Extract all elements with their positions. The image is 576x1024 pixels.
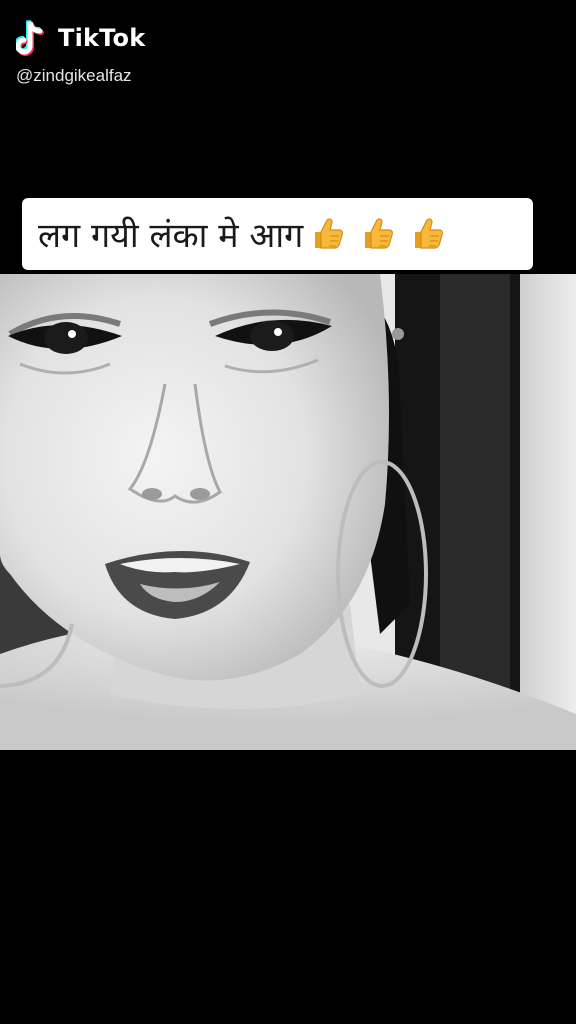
tiktok-watermark: TikTok @zindgikealfaz (16, 18, 216, 98)
video-still-image (0, 274, 576, 750)
creator-handle: @zindgikealfaz (16, 66, 132, 85)
thumbs-up-emoji-group (307, 214, 457, 254)
tiktok-video-screen: TikTok @zindgikealfaz लग गयी लंका मे आग (0, 0, 576, 1024)
caption-text: लग गयी लंका मे आग (38, 216, 304, 256)
tiktok-logo: TikTok (16, 18, 216, 58)
thumbs-up-icon (407, 214, 447, 254)
thumbs-up-icon (357, 214, 397, 254)
thumbs-up-icon (307, 214, 347, 254)
video-frame[interactable] (0, 274, 576, 750)
tiktok-note-icon (16, 18, 52, 58)
caption-banner: लग गयी लंका मे आग (22, 198, 533, 270)
tiktok-brand-text: TikTok (58, 24, 146, 52)
